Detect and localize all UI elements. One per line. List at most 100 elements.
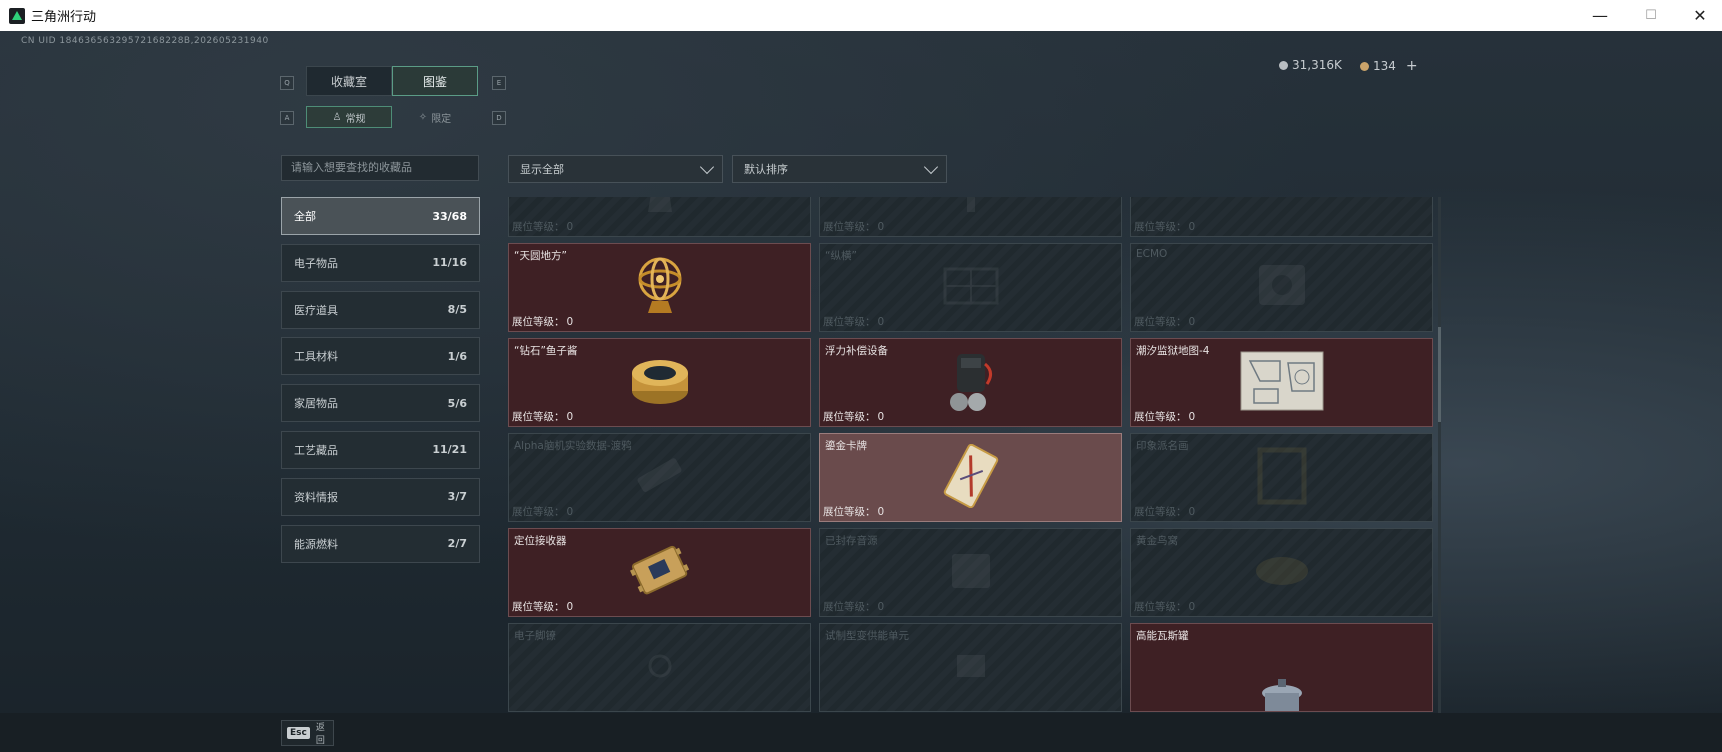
category-all[interactable]: 全部 33/68	[281, 197, 480, 235]
category-medical[interactable]: 医疗道具 8/5	[281, 290, 480, 329]
drive-icon	[630, 451, 690, 505]
collection-item-card[interactable]: 印象派名画 展位等级： 0	[1130, 433, 1433, 522]
collection-item-card[interactable]: 展位等级： 0	[1130, 197, 1433, 237]
search-input[interactable]	[281, 155, 479, 181]
category-intel[interactable]: 资料情报 3/7	[281, 477, 480, 516]
item-display-level: 展位等级： 0	[823, 314, 884, 329]
audio-device-icon	[946, 548, 996, 598]
close-button[interactable]: ✕	[1678, 0, 1722, 31]
tab-catalog[interactable]: 图鉴	[392, 66, 478, 96]
item-display-level: 展位等级： 0	[1134, 219, 1195, 234]
display-filter-dropdown[interactable]: 显示全部	[508, 155, 723, 183]
grid-scrollbar[interactable]	[1438, 197, 1441, 715]
item-name: “天圆地方”	[514, 250, 567, 262]
sort-dropdown[interactable]: 默认排序	[732, 155, 947, 183]
tab-collection-room[interactable]: 收藏室	[306, 66, 392, 96]
collection-item-card[interactable]: 展位等级： 0	[819, 197, 1122, 237]
level-label: 展位等级：	[512, 506, 565, 518]
collection-item-card[interactable]: 展位等级： 0	[508, 197, 811, 237]
level-value: 0	[1188, 411, 1196, 423]
item-name: 定位接收器	[514, 535, 567, 547]
collection-item-card[interactable]: Alpha脑机实验数据-渡鸦 展位等级： 0	[508, 433, 811, 522]
game-screen: CN UID 18463656329572168228B,20260523194…	[0, 31, 1722, 752]
item-name: 试制型变供能单元	[825, 630, 909, 642]
category-count: 33/68	[432, 209, 467, 223]
subtab-limited-label: 限定	[431, 113, 452, 125]
category-household[interactable]: 家居物品 5/6	[281, 384, 480, 423]
item-name: “纵横”	[825, 250, 857, 262]
item-name: 已封存音源	[825, 535, 878, 547]
collection-item-card[interactable]: 试制型变供能单元	[819, 623, 1122, 712]
minimize-button[interactable]: —	[1578, 0, 1622, 31]
gas-canister-icon	[1257, 678, 1307, 711]
item-display-level: 展位等级： 0	[512, 409, 573, 424]
subtab-regular[interactable]: ♙ 常规	[306, 106, 392, 128]
category-count: 11/16	[432, 256, 467, 270]
collection-item-card[interactable]: 高能瓦斯罐	[1130, 623, 1433, 712]
item-display-level: 展位等级： 0	[823, 504, 884, 519]
cake-icon	[1252, 197, 1312, 217]
level-label: 展位等级：	[512, 316, 565, 328]
category-tools[interactable]: 工具材料 1/6	[281, 337, 480, 376]
collection-item-card[interactable]: 电子脚镣	[508, 623, 811, 712]
level-label: 展位等级：	[1134, 221, 1187, 233]
category-count: 2/7	[447, 537, 467, 551]
collection-item-card[interactable]: 黄金鸟窝 展位等级： 0	[1130, 528, 1433, 617]
item-name: ECMO	[1136, 248, 1168, 260]
key-hint-d: D	[492, 111, 506, 125]
level-value: 0	[566, 221, 574, 233]
item-name: 黄金鸟窝	[1136, 535, 1178, 547]
receiver-icon	[627, 540, 693, 606]
subtab-limited[interactable]: ✧ 限定	[392, 106, 478, 128]
category-label: 家居物品	[294, 397, 338, 411]
collection-item-card[interactable]: 定位接收器展位等级： 0	[508, 528, 811, 617]
caviar-tin-icon	[629, 353, 691, 413]
power-unit-icon	[951, 651, 991, 685]
item-display-level: 展位等级： 0	[823, 219, 884, 234]
silver-currency: 31,316K	[1279, 58, 1342, 72]
chevron-down-icon	[699, 159, 715, 175]
category-energy[interactable]: 能源燃料 2/7	[281, 524, 480, 563]
category-electronics[interactable]: 电子物品 11/16	[281, 243, 480, 282]
level-label: 展位等级：	[823, 601, 876, 613]
item-grid-viewport: 展位等级： 0 展位等级： 0 展位等级： 0 “天圆地方” 展位等级： 0 “纵横” 展位等级： 0…	[508, 197, 1433, 715]
level-value: 0	[1188, 601, 1196, 613]
level-label: 展位等级：	[1134, 316, 1187, 328]
collection-item-card[interactable]: ECMO 展位等级： 0	[1130, 243, 1433, 332]
collection-item-card[interactable]: 已封存音源展位等级： 0	[819, 528, 1122, 617]
back-button[interactable]: Esc 返回	[281, 720, 334, 746]
level-label: 展位等级：	[823, 221, 876, 233]
player-uid: CN UID 18463656329572168228B,20260523194…	[21, 36, 269, 46]
category-count: 5/6	[447, 396, 467, 410]
collection-item-card[interactable]: 潮汐监狱地图-4 展位等级： 0	[1130, 338, 1433, 427]
collection-item-card[interactable]: “钻石”鱼子酱 展位等级： 0	[508, 338, 811, 427]
silver-coin-icon	[1279, 60, 1288, 70]
collection-item-card[interactable]: “纵横” 展位等级： 0	[819, 243, 1122, 332]
globe-icon	[951, 197, 991, 220]
window-titlebar: 三角洲行动 — ☐ ✕	[0, 0, 1722, 31]
scrollbar-thumb[interactable]	[1438, 327, 1441, 422]
category-crafts[interactable]: 工艺藏品 11/21	[281, 430, 480, 469]
item-name: 电子脚镣	[514, 630, 556, 642]
collection-item-card[interactable]: 浮力补偿设备 展位等级： 0	[819, 338, 1122, 427]
collection-item-card[interactable]: 鎏金卡牌 展位等级： 0	[819, 433, 1122, 522]
back-label: 返回	[315, 723, 325, 746]
gold-coin-icon	[1360, 61, 1369, 71]
collection-item-card[interactable]: “天圆地方” 展位等级： 0	[508, 243, 811, 332]
item-display-level: 展位等级： 0	[823, 599, 884, 614]
maximize-button[interactable]: ☐	[1629, 0, 1673, 31]
level-value: 0	[566, 601, 574, 613]
subtab-regular-label: 常规	[345, 113, 366, 125]
item-name: “钻石”鱼子酱	[514, 345, 578, 357]
map-icon	[1240, 351, 1324, 415]
item-display-level: 展位等级： 0	[512, 504, 573, 519]
key-hint-e: E	[492, 76, 506, 90]
category-label: 全部	[294, 210, 316, 223]
item-display-level: 展位等级： 0	[512, 599, 573, 614]
level-label: 展位等级：	[512, 601, 565, 613]
item-display-level: 展位等级： 0	[1134, 314, 1195, 329]
add-currency-button[interactable]: +	[1406, 58, 1418, 74]
esc-key-icon: Esc	[287, 727, 310, 739]
level-value: 0	[566, 506, 574, 518]
item-name: 潮汐监狱地图-4	[1136, 345, 1210, 357]
